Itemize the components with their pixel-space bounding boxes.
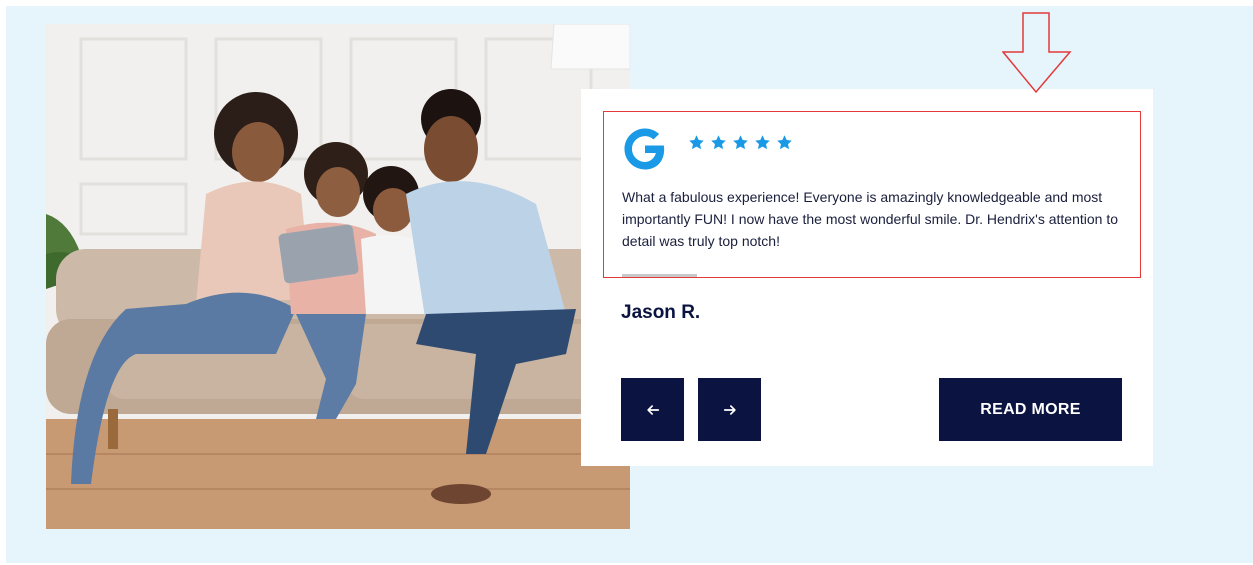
testimonial-section: What a fabulous experience! Everyone is … [6,6,1253,563]
review-card: What a fabulous experience! Everyone is … [581,89,1153,466]
read-more-button[interactable]: READ MORE [939,378,1122,441]
google-g-icon [624,128,665,170]
star-icon [689,135,704,150]
previous-review-button[interactable] [621,378,684,441]
annotation-arrow-down-icon [1002,12,1072,94]
reviewer-name: Jason R. [621,302,701,323]
star-icon [711,135,726,150]
family-photo [46,24,630,529]
arrow-right-icon [723,404,736,415]
star-icon [777,135,792,150]
review-content-box: What a fabulous experience! Everyone is … [603,111,1141,278]
arrow-left-icon [646,404,659,415]
star-icon [733,135,748,150]
star-rating [688,134,793,151]
review-text: What a fabulous experience! Everyone is … [622,189,1118,249]
star-icon [755,135,770,150]
slider-progress-bar [622,274,697,277]
next-review-button[interactable] [698,378,761,441]
